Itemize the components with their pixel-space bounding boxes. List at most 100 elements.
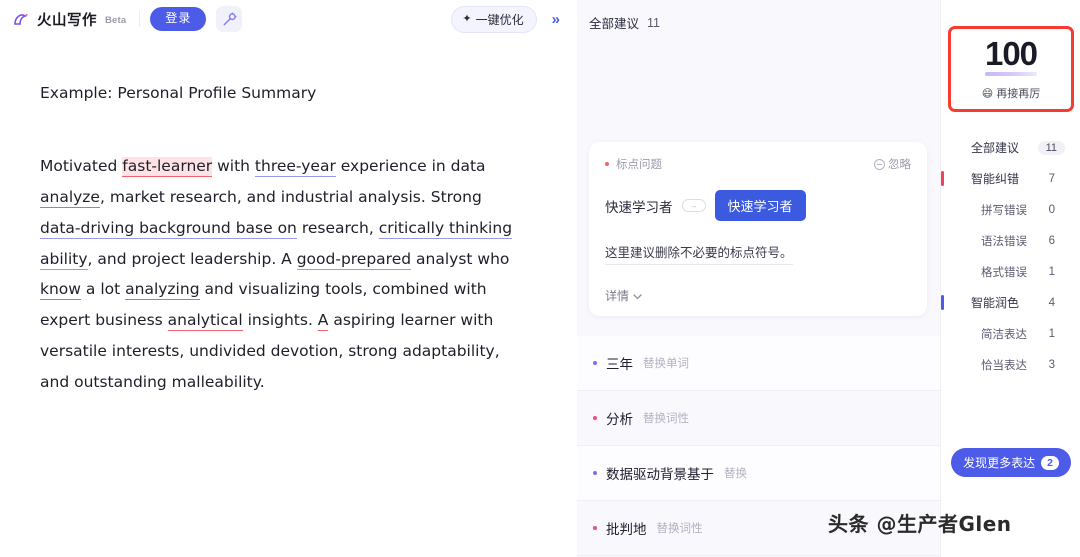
score-label-text: 再接再厉 xyxy=(996,88,1041,100)
apply-replacement-button[interactable]: 快速学习者 xyxy=(714,190,806,221)
suggestion-item-text: 数据驱动背景基于 xyxy=(606,467,714,482)
category-count: 1 xyxy=(1048,327,1055,340)
doc-flagged-text[interactable]: analyzing xyxy=(125,280,200,301)
magic-wand-icon[interactable] xyxy=(216,6,243,32)
category-label: 智能润色 xyxy=(971,296,1020,310)
watermark: 头条 @生产者Glen xyxy=(828,512,1012,536)
suggestion-card-header: 标点问题 忽略 xyxy=(605,156,911,172)
beta-badge: Beta xyxy=(105,15,127,26)
category-row[interactable]: 恰当表达 3 xyxy=(941,349,1080,380)
document-area[interactable]: Example: Personal Profile Summary Motiva… xyxy=(0,38,577,398)
details-label: 详情 xyxy=(605,289,630,303)
doc-text-run: a lot xyxy=(80,280,126,299)
ignore-button[interactable]: 忽略 xyxy=(874,156,911,172)
top-toolbar: 火山写作 Beta 登录 ✦ 一键优化 » xyxy=(0,0,577,38)
score-box: 100 😄 再接再厉 xyxy=(948,26,1074,112)
severity-dot-icon xyxy=(593,361,597,365)
category-row[interactable]: 格式错误 1 xyxy=(941,256,1080,287)
doc-flagged-text[interactable]: analyze xyxy=(40,188,100,209)
document-paragraph[interactable]: Motivated fast-learner with three-year e… xyxy=(40,151,520,397)
doc-flagged-text[interactable]: analytical xyxy=(167,311,243,332)
category-label: 语法错误 xyxy=(981,235,1027,248)
suggestion-item-text: 批判地 xyxy=(606,522,647,537)
suggestion-list-item[interactable]: 分析 替换词性 xyxy=(577,391,940,446)
category-label: 全部建议 xyxy=(971,141,1020,155)
score-value: 100 xyxy=(984,35,1038,72)
category-row[interactable]: 智能纠错 7 xyxy=(941,163,1080,194)
optimize-label: 一键优化 xyxy=(475,12,524,27)
discover-label: 发现更多表达 xyxy=(963,456,1036,470)
doc-flagged-text[interactable]: fast-learner xyxy=(122,157,213,178)
brand-name: 火山写作 xyxy=(37,12,97,29)
category-count: 3 xyxy=(1048,358,1055,371)
doc-flagged-text[interactable]: data-driving background base on xyxy=(40,218,297,239)
doc-text-run: experience in data xyxy=(335,157,486,176)
suggestion-item-kind: 替换词性 xyxy=(643,413,689,425)
doc-text-run: insights. xyxy=(242,311,318,330)
suggestion-item-text: 三年 xyxy=(606,357,633,372)
score-underline-decoration xyxy=(985,72,1037,76)
category-label: 拼写错误 xyxy=(981,204,1027,217)
volcano-logo-icon xyxy=(12,9,32,29)
suggestion-item-kind: 替换 xyxy=(724,468,747,480)
app-root: 火山写作 Beta 登录 ✦ 一键优化 » Example: Personal … xyxy=(0,0,1080,557)
category-row[interactable]: 拼写错误 0 xyxy=(941,194,1080,225)
doc-flagged-text[interactable]: three-year xyxy=(254,157,336,178)
suggestions-header-label: 全部建议 xyxy=(589,17,640,31)
suggestion-list-item[interactable]: 三年 替换单词 xyxy=(577,336,940,391)
suggestion-item-kind: 替换词性 xyxy=(656,523,703,535)
category-row[interactable]: 全部建议 11 xyxy=(941,132,1080,163)
editor-pane: 火山写作 Beta 登录 ✦ 一键优化 » Example: Personal … xyxy=(0,0,577,557)
category-label: 格式错误 xyxy=(981,266,1027,279)
severity-dot-icon xyxy=(605,162,609,166)
suggestion-item-text: 分析 xyxy=(606,412,633,427)
doc-flagged-text[interactable]: A xyxy=(317,311,329,332)
suggestion-replacement-row: 快速学习者 → 快速学习者 xyxy=(605,190,911,221)
suggestions-header: 全部建议 11 xyxy=(577,0,940,32)
suggestion-item-kind: 替换单词 xyxy=(643,358,689,370)
category-accent-bar xyxy=(941,171,944,186)
category-label: 智能纠错 xyxy=(971,172,1020,186)
one-click-optimize-button[interactable]: ✦ 一键优化 xyxy=(451,5,537,33)
category-row[interactable]: 语法错误 6 xyxy=(941,225,1080,256)
category-row[interactable]: 智能润色 4 xyxy=(941,287,1080,318)
severity-dot-icon xyxy=(593,471,597,475)
severity-dot-icon xyxy=(593,416,597,420)
category-count: 0 xyxy=(1048,203,1055,216)
minus-circle-icon xyxy=(874,158,885,170)
doc-flagged-text[interactable]: know xyxy=(40,280,81,301)
suggestion-card-tag: 标点问题 xyxy=(616,159,662,171)
login-button[interactable]: 登录 xyxy=(150,7,207,31)
doc-text-run: with xyxy=(212,157,255,176)
document-title: Example: Personal Profile Summary xyxy=(40,84,317,102)
suggestion-list-item[interactable]: 数据驱动背景基于 替换 xyxy=(577,446,940,501)
discover-count-badge: 2 xyxy=(1041,455,1059,470)
category-count: 7 xyxy=(1048,172,1055,185)
category-count: 4 xyxy=(1048,296,1055,309)
brand: 火山写作 Beta xyxy=(12,9,129,30)
doc-flagged-text[interactable]: good-prepared xyxy=(296,249,412,270)
score-pane: 100 😄 再接再厉 全部建议 11 智能纠错 7 拼写错误 0 语法错误 6 格式错误 1 智能润… xyxy=(940,0,1080,557)
suggestions-pane: 全部建议 11 标点问题 忽略 快速学习者 → 快速学习者 这里建议删除不必要的… xyxy=(577,0,940,557)
suggestion-card[interactable]: 标点问题 忽略 快速学习者 → 快速学习者 这里建议删除不必要的标点符号。 详情 xyxy=(589,142,927,316)
original-text: 快速学习者 xyxy=(605,199,673,215)
suggestion-details-toggle[interactable]: 详情 xyxy=(605,287,911,304)
doc-text-run: analyst who xyxy=(411,249,510,268)
category-label: 简洁表达 xyxy=(981,328,1027,341)
category-count: 6 xyxy=(1048,234,1055,247)
arrow-right-icon: → xyxy=(681,199,706,212)
smiley-emoji-icon: 😄 xyxy=(981,87,994,100)
toolbar-divider xyxy=(139,11,141,27)
discover-more-button[interactable]: 发现更多表达 2 xyxy=(951,448,1071,477)
sparkle-icon: ✦ xyxy=(462,12,472,25)
suggestion-description: 这里建议删除不必要的标点符号。 xyxy=(605,243,793,265)
category-count: 1 xyxy=(1048,265,1055,278)
toolbar-right-group: ✦ 一键优化 » xyxy=(451,5,567,33)
category-count: 11 xyxy=(1037,140,1065,155)
chevron-down-icon xyxy=(633,289,642,303)
category-list: 全部建议 11 智能纠错 7 拼写错误 0 语法错误 6 格式错误 1 智能润色 4 简洁表达 1 恰当表达… xyxy=(941,132,1080,380)
category-row[interactable]: 简洁表达 1 xyxy=(941,318,1080,349)
ignore-label: 忽略 xyxy=(888,159,911,171)
severity-dot-icon xyxy=(593,526,597,530)
collapse-panel-icon[interactable]: » xyxy=(545,10,567,29)
